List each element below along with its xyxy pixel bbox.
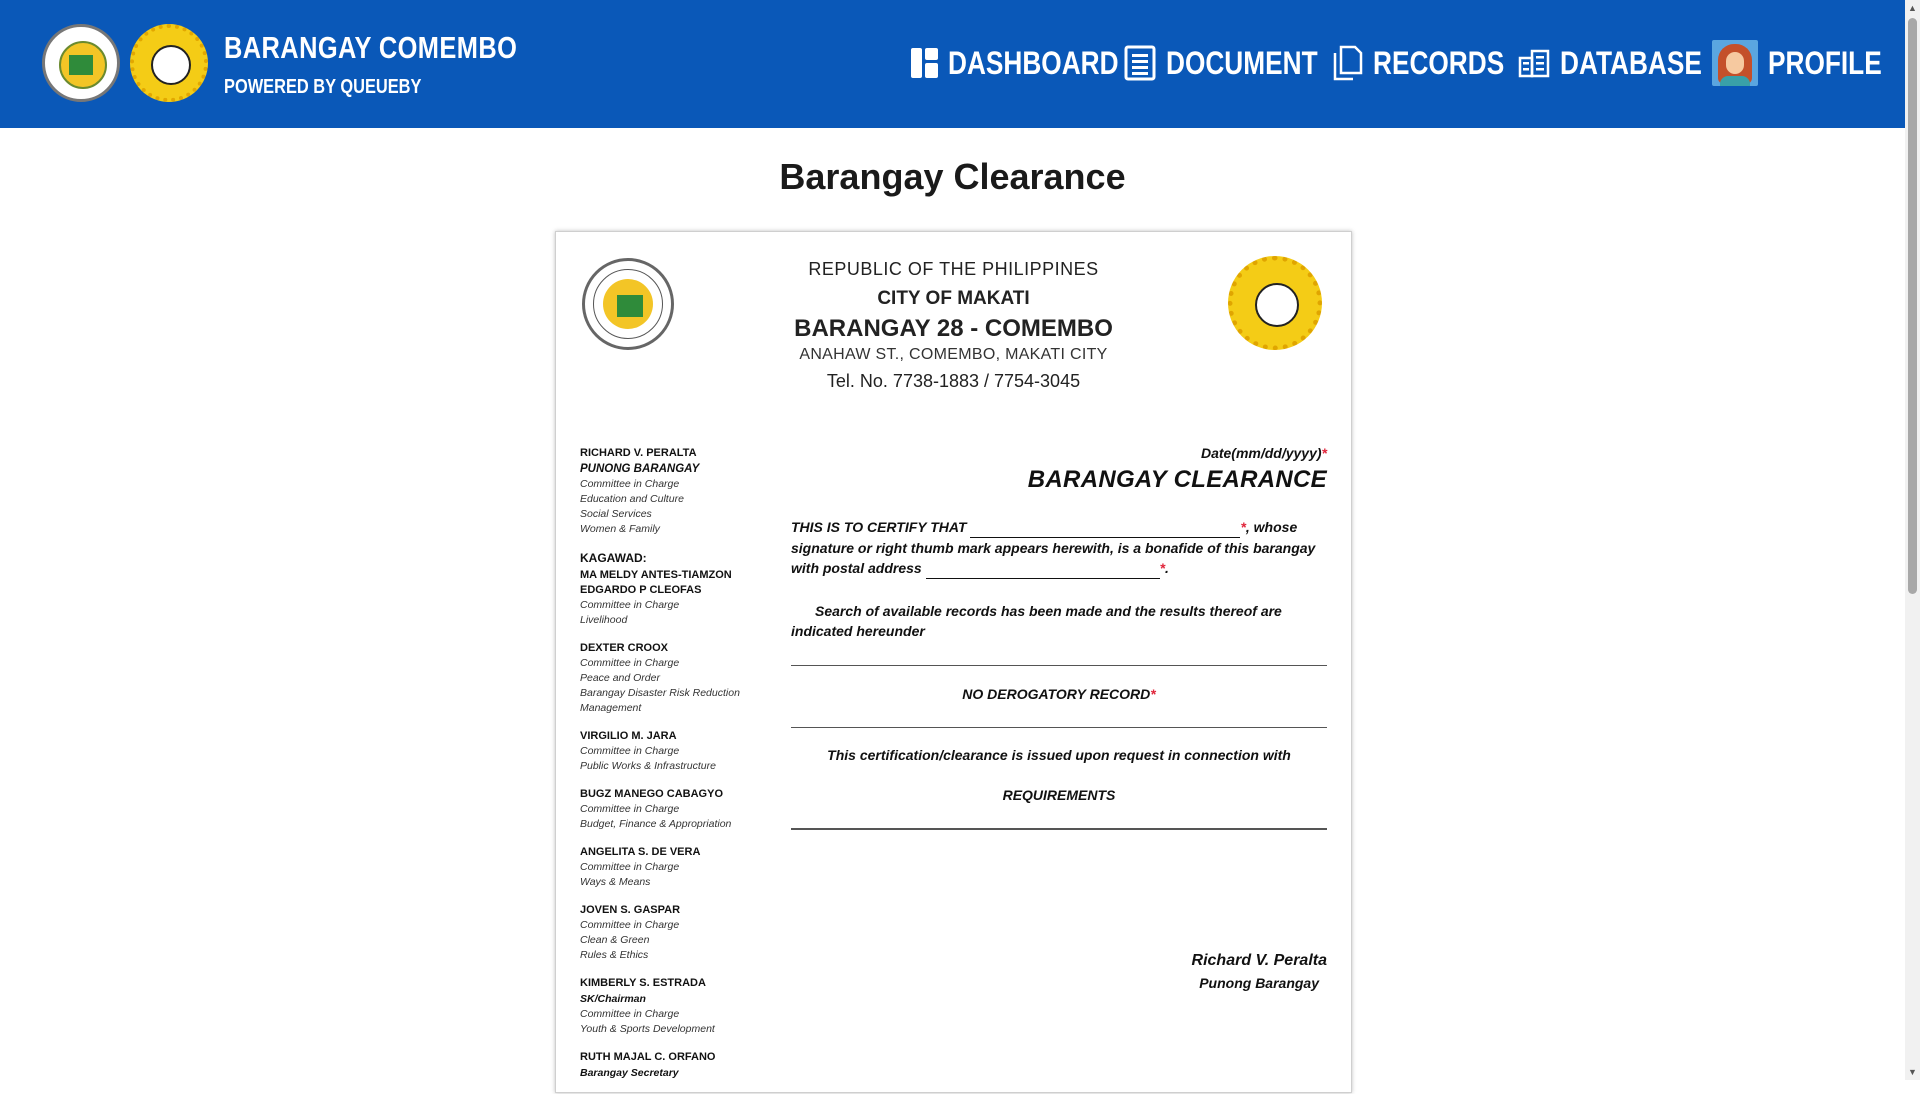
official-kagawad: BUGZ MANEGO CABAGYO Committee in Charge … (580, 787, 770, 832)
avatar (1712, 40, 1758, 86)
official-position: Barangay Secretary (580, 1067, 679, 1079)
official-secretary: RUTH MAJAL C. ORFANO Barangay Secretary (580, 1050, 770, 1081)
official-committee: Social Services (580, 508, 652, 520)
date-field[interactable]: Date(mm/dd/yyyy)* (791, 445, 1327, 461)
nav-document-label: DOCUMENT (1166, 44, 1318, 81)
official-position: SK/Chairman (580, 993, 646, 1005)
official-committee: Clean & Green (580, 934, 650, 946)
clearance-document: REPUBLIC OF THE PHILIPPINES CITY OF MAKA… (555, 231, 1352, 1093)
officials-list: RICHARD V. PERALTA PUNONG BARANGAY Commi… (580, 446, 770, 1094)
required-mark: * (1321, 445, 1327, 461)
signatory-position: Punong Barangay (1199, 975, 1319, 991)
official-committee: Education and Culture (580, 493, 684, 505)
divider (791, 665, 1327, 666)
official-committee: Public Works & Infrastructure (580, 760, 716, 772)
page-title: Barangay Clearance (779, 156, 1126, 197)
certify-end: . (1165, 560, 1169, 576)
official-committee: Committee in Charge (580, 919, 680, 931)
nav-profile-label: PROFILE (1768, 44, 1882, 81)
official-name: JOVEN S. GASPAR (580, 904, 681, 916)
doc-republic: REPUBLIC OF THE PHILIPPINES (808, 259, 1099, 279)
scroll-up-arrow-icon[interactable]: ▲ (1905, 2, 1920, 14)
official-name: VIRGILIO M. JARA (580, 730, 677, 742)
official-committee: Committee in Charge (580, 861, 680, 873)
nav-profile[interactable]: PROFILE (1712, 40, 1907, 86)
official-name: KIMBERLY S. ESTRADA (580, 977, 706, 989)
nav-records[interactable]: RECORDS (1331, 40, 1533, 86)
official-committee: Peace and Order (580, 672, 660, 684)
records-icon (1333, 45, 1363, 81)
official-committee: Management (580, 702, 642, 714)
date-label: Date(mm/dd/yyyy) (1200, 445, 1322, 461)
certify-paragraph: THIS IS TO CERTIFY THAT *, whose signatu… (791, 517, 1327, 579)
official-sk-chairman: KIMBERLY S. ESTRADA SK/Chairman Committe… (580, 976, 770, 1037)
nav-database-label: DATABASE (1560, 44, 1702, 81)
comembo-seal-logo (130, 24, 208, 102)
page-scrollbar[interactable]: ▲ ▼ (1905, 0, 1920, 1080)
official-committee: Committee in Charge (580, 478, 680, 490)
nav-records-label: RECORDS (1373, 44, 1505, 81)
official-captain: RICHARD V. PERALTA PUNONG BARANGAY Commi… (580, 446, 770, 537)
doc-telephone: Tel. No. 7738-1883 / 7754-3045 (826, 371, 1081, 391)
official-committee: Ways & Means (580, 876, 651, 888)
official-kagawad: VIRGILIO M. JARA Committee in Charge Pub… (580, 729, 770, 774)
official-committee: Livelihood (580, 614, 628, 626)
official-name: BUGZ MANEGO CABAGYO (580, 788, 723, 800)
dashboard-icon (911, 48, 938, 78)
official-name: ANGELITA S. DE VERA (580, 846, 701, 858)
required-mark: * (1150, 686, 1156, 702)
official-kagawad: DEXTER CROOX Committee in Charge Peace a… (580, 641, 770, 716)
official-committee: Committee in Charge (580, 657, 680, 669)
kagawad-label: KAGAWAD: (580, 551, 647, 565)
nav-dashboard[interactable]: DASHBOARD (911, 40, 1156, 86)
purpose-text: This certification/clearance is issued u… (827, 747, 1291, 763)
official-committee: Barangay Disaster Risk Reduction (580, 687, 740, 699)
database-icon (1518, 49, 1550, 78)
name-input[interactable] (970, 517, 1241, 538)
official-committee: Committee in Charge (580, 803, 680, 815)
official-name: MA MELDY ANTES-TIAMZON (580, 569, 732, 581)
official-committee: Budget, Finance & Appropriation (580, 818, 732, 830)
postal-address-input[interactable] (925, 558, 1160, 579)
divider (791, 727, 1327, 728)
makati-seal-logo (42, 24, 120, 102)
document-icon (1124, 45, 1156, 81)
signatory-name: Richard V. Peralta (1191, 952, 1327, 969)
official-name: EDGARDO P CLEOFAS (580, 584, 702, 596)
official-committee: Committee in Charge (580, 745, 680, 757)
doc-barangay: BARANGAY 28 - COMEMBO (794, 315, 1113, 342)
official-committee: Rules & Ethics (580, 949, 649, 961)
nav-document[interactable]: DOCUMENT (1124, 40, 1351, 86)
official-kagawad: KAGAWAD: MA MELDY ANTES-TIAMZON EDGARDO … (580, 550, 770, 628)
scroll-down-arrow-icon[interactable]: ▼ (1905, 1066, 1920, 1078)
search-paragraph: Search of available records has been mad… (791, 603, 1282, 639)
record-status-field[interactable]: NO DEROGATORY RECORD* (791, 686, 1327, 702)
official-committee: Youth & Sports Development (580, 1023, 715, 1035)
official-position: PUNONG BARANGAY (580, 463, 700, 475)
scrollbar-thumb[interactable] (1908, 18, 1917, 594)
official-committee: Committee in Charge (580, 1008, 680, 1020)
top-navbar: BARANGAY COMEMBO POWERED BY QUEUEBY DASH… (0, 0, 1905, 128)
doc-city: CITY OF MAKATI (877, 288, 1030, 309)
certify-prefix: THIS IS TO CERTIFY THAT (791, 519, 967, 535)
nav-database[interactable]: DATABASE (1518, 40, 1733, 86)
official-committee: Committee in Charge (580, 599, 680, 611)
nav-dashboard-label: DASHBOARD (948, 44, 1119, 81)
doc-address: ANAHAW ST., COMEMBO, MAKATI CITY (799, 346, 1108, 363)
record-status: NO DEROGATORY RECORD (962, 686, 1151, 702)
official-kagawad: JOVEN S. GASPAR Committee in Charge Clea… (580, 903, 770, 963)
official-committee: Women & Family (580, 523, 660, 535)
requirements-field[interactable]: REQUIREMENTS (791, 787, 1327, 803)
official-name: RUTH MAJAL C. ORFANO (580, 1051, 716, 1063)
official-kagawad: ANGELITA S. DE VERA Committee in Charge … (580, 845, 770, 890)
brand-title: BARANGAY COMEMBO (224, 30, 518, 65)
official-name: RICHARD V. PERALTA (580, 447, 697, 459)
brand-subtitle: POWERED BY QUEUEBY (224, 76, 422, 98)
divider (791, 828, 1327, 830)
clearance-title: BARANGAY CLEARANCE (1027, 466, 1327, 493)
official-name: DEXTER CROOX (580, 642, 669, 654)
